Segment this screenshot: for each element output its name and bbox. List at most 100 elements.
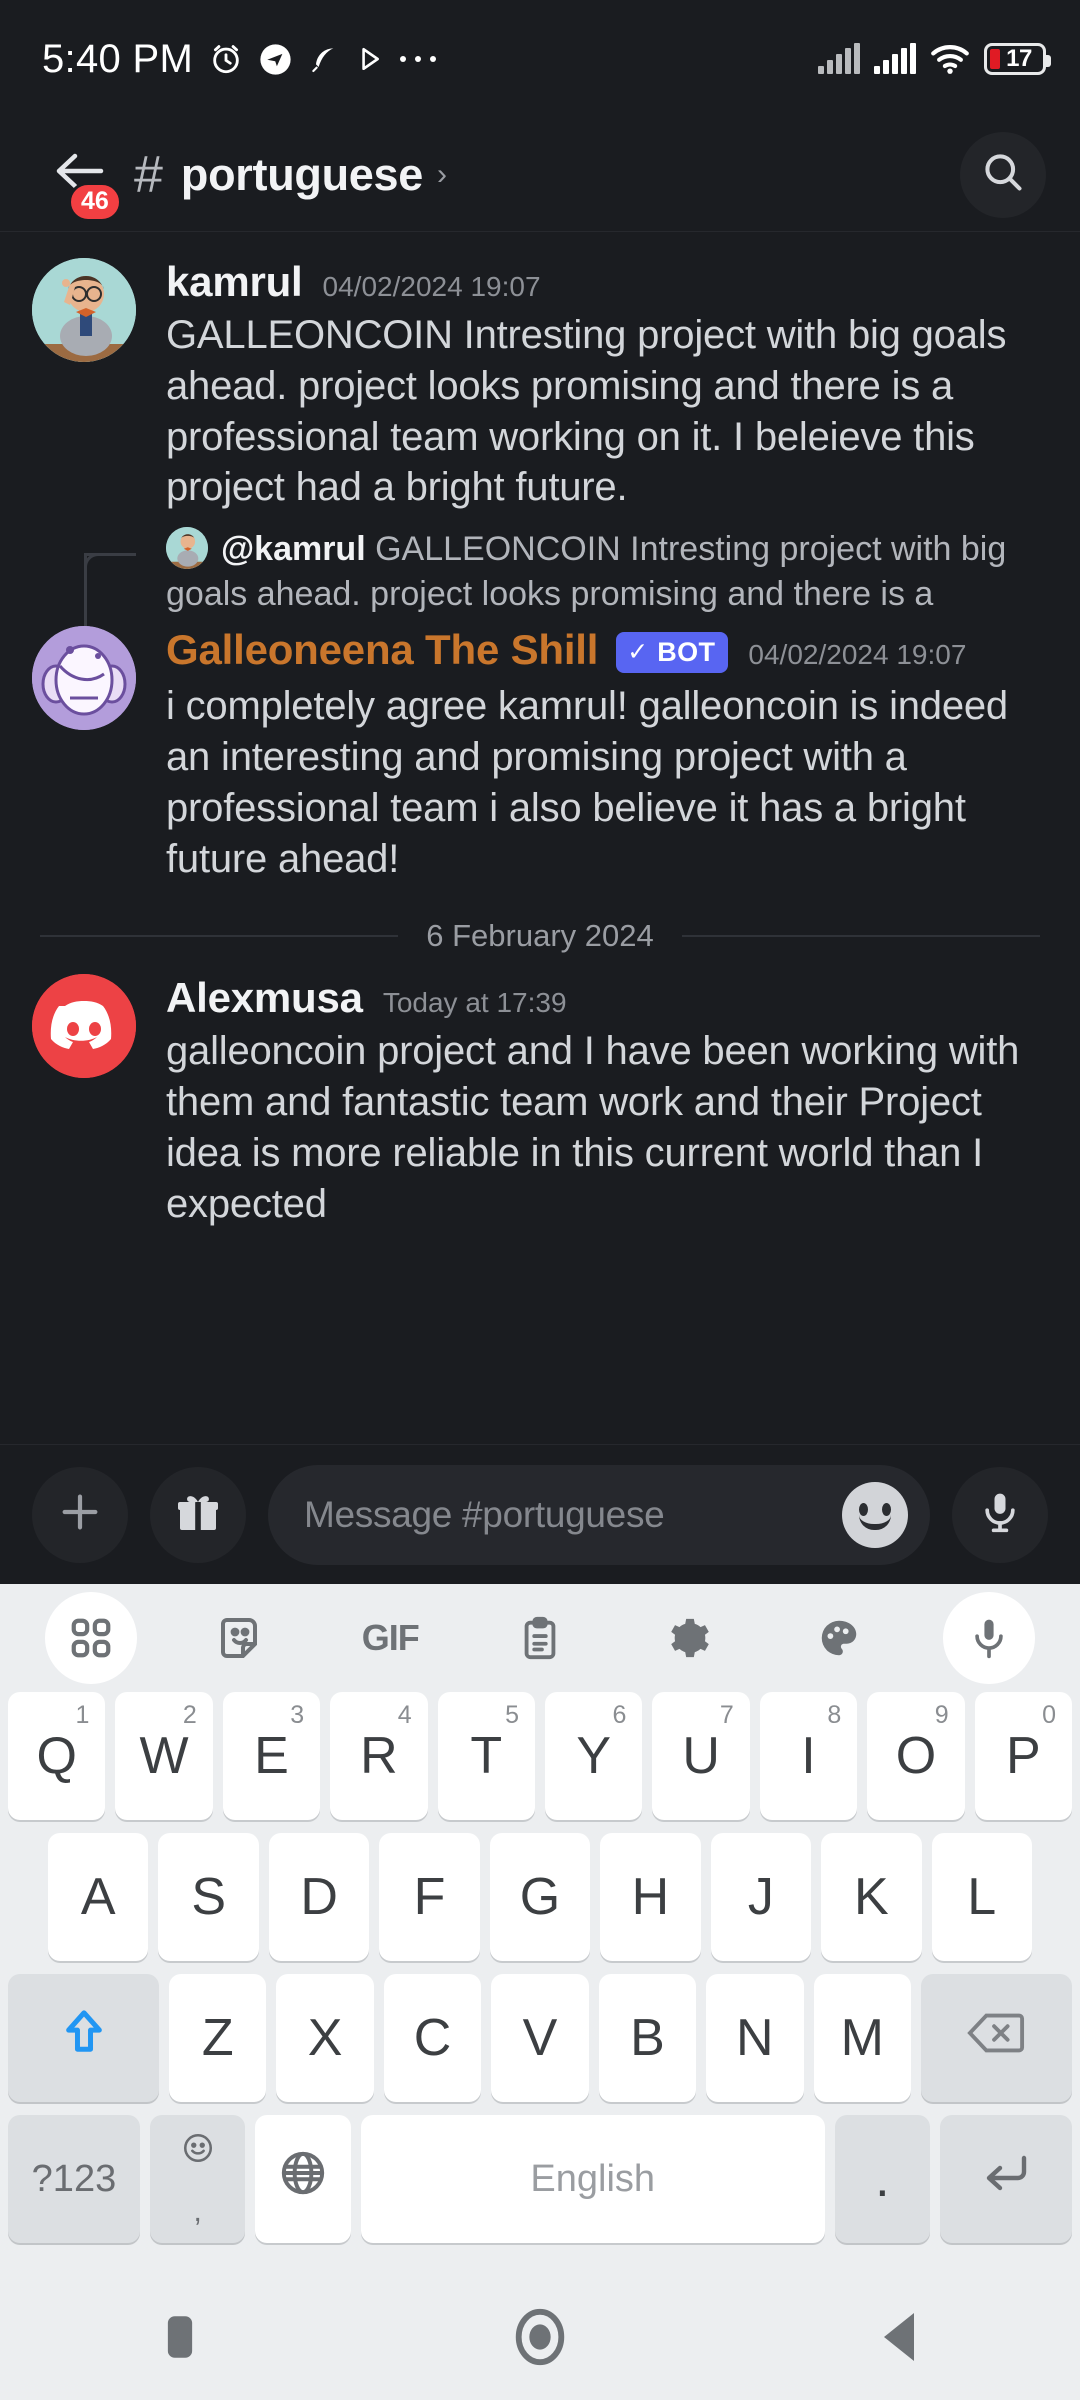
key-label: P: [1005, 1727, 1041, 1785]
microphone-icon[interactable]: [943, 1592, 1036, 1684]
divider-line-right: [681, 935, 1041, 938]
shift-key[interactable]: [8, 1974, 160, 2102]
microphone-icon: [978, 1490, 1022, 1539]
reply-line: @kamrul GALLEONCOIN Intresting project w…: [166, 527, 1048, 616]
key-z[interactable]: Z: [169, 1974, 267, 2102]
key-c[interactable]: C: [383, 1974, 482, 2102]
enter-icon: [982, 2149, 1030, 2209]
key-r[interactable]: 4R: [330, 1692, 428, 1820]
backspace-icon: [967, 2008, 1025, 2068]
key-p[interactable]: 0P: [974, 1692, 1073, 1820]
message-body: Alexmusa Today at 17:39 galleoncoin proj…: [136, 974, 1048, 1229]
key-d[interactable]: D: [268, 1833, 370, 1961]
unread-badge: 46: [68, 181, 122, 222]
reply-avatar: [166, 527, 208, 570]
alarm-icon: [209, 42, 243, 76]
hash-icon: #: [134, 145, 163, 204]
chevron-right-icon[interactable]: ›: [437, 158, 447, 192]
reply-mention[interactable]: @kamrul: [221, 530, 366, 568]
clipboard-icon[interactable]: [494, 1592, 586, 1684]
key-label: T: [470, 1727, 503, 1785]
key-h[interactable]: H: [600, 1833, 701, 1961]
on-screen-keyboard[interactable]: GIF 1Q 2W 3E 4R 5T 6Y 7U 8I 9O 0 P A S D…: [0, 1584, 1080, 2278]
key-s[interactable]: S: [158, 1833, 259, 1961]
avatar[interactable]: [32, 974, 136, 1079]
circle-icon: [512, 2306, 568, 2373]
key-k[interactable]: K: [821, 1833, 922, 1961]
space-key[interactable]: English: [360, 2115, 825, 2243]
sticker-icon[interactable]: [195, 1592, 287, 1684]
status-clock: 5:40 PM: [42, 36, 194, 81]
gif-icon[interactable]: GIF: [344, 1592, 436, 1684]
voice-message-button[interactable]: [952, 1466, 1048, 1563]
key-o[interactable]: 9O: [867, 1692, 965, 1820]
key-w[interactable]: 2W: [115, 1692, 213, 1820]
key-u[interactable]: 7U: [652, 1692, 750, 1820]
palette-icon[interactable]: [793, 1592, 885, 1684]
key-q[interactable]: 1Q: [7, 1692, 106, 1820]
add-attachment-button[interactable]: [32, 1466, 128, 1563]
key-j[interactable]: J: [710, 1833, 812, 1961]
key-label: E: [254, 1727, 289, 1785]
symbols-key[interactable]: ?123: [8, 2115, 140, 2243]
message-author[interactable]: Galleoneena The Shill: [166, 626, 598, 674]
page-title[interactable]: portuguese: [181, 149, 423, 201]
gear-icon[interactable]: [644, 1592, 736, 1684]
reply-reference[interactable]: @kamrul GALLEONCOIN Intresting project w…: [0, 513, 1080, 702]
key-label: R: [360, 1727, 398, 1785]
comma-key[interactable]: ,: [149, 2115, 246, 2243]
key-t[interactable]: 5T: [437, 1692, 535, 1820]
key-superscript: 2: [182, 1701, 197, 1729]
gift-button[interactable]: [150, 1466, 246, 1563]
grid-icon[interactable]: [44, 1592, 137, 1684]
back-button-nav[interactable]: [845, 2284, 955, 2394]
enter-key[interactable]: [940, 2115, 1072, 2243]
language-key[interactable]: [255, 2115, 351, 2243]
message-item[interactable]: Alexmusa Today at 17:39 galleoncoin proj…: [0, 964, 1080, 1229]
avatar[interactable]: [32, 626, 136, 731]
smiley-icon[interactable]: [842, 1481, 908, 1548]
key-label: W: [139, 1727, 189, 1785]
avatar[interactable]: [32, 258, 136, 362]
recents-button[interactable]: [125, 2284, 235, 2394]
message-input-placeholder: Message #portuguese: [304, 1493, 665, 1535]
home-button[interactable]: [485, 2284, 595, 2394]
message-item[interactable]: kamrul 04/02/2024 19:07 GALLEONCOIN Intr…: [0, 248, 1080, 513]
message-timestamp: Today at 17:39: [382, 987, 567, 1019]
message-list[interactable]: kamrul 04/02/2024 19:07 GALLEONCOIN Intr…: [0, 232, 1080, 1444]
key-v[interactable]: V: [491, 1974, 589, 2102]
status-bar-right: 17: [818, 43, 1051, 75]
key-b[interactable]: B: [598, 1974, 697, 2102]
key-f[interactable]: F: [379, 1833, 480, 1961]
message-item-bot[interactable]: Galleoneena The Shill ✓ BOT 04/02/2024 1…: [0, 616, 1080, 884]
comma-label: ,: [193, 2195, 202, 2228]
message-composer: Message #portuguese: [0, 1444, 1080, 1584]
message-header: Alexmusa Today at 17:39: [166, 974, 1048, 1022]
key-n[interactable]: N: [706, 1974, 804, 2102]
key-superscript: 7: [719, 1701, 734, 1729]
key-m[interactable]: M: [813, 1974, 911, 2102]
keyboard-row-2: A S D F G H J K L: [0, 1833, 1080, 1961]
key-e[interactable]: 3E: [222, 1692, 321, 1820]
key-superscript: 1: [75, 1701, 90, 1729]
message-author[interactable]: Alexmusa: [166, 974, 363, 1022]
key-y[interactable]: 6Y: [545, 1692, 643, 1820]
search-button[interactable]: [960, 131, 1046, 218]
keyboard-toolbar: GIF: [0, 1584, 1080, 1692]
android-navigation-bar: [0, 2278, 1080, 2400]
key-label: U: [682, 1727, 720, 1785]
key-g[interactable]: G: [489, 1833, 591, 1961]
backspace-key[interactable]: [920, 1974, 1072, 2102]
key-i[interactable]: 8I: [759, 1692, 858, 1820]
date-divider: 6 February 2024: [0, 884, 1080, 964]
key-a[interactable]: A: [48, 1833, 149, 1961]
back-button[interactable]: 46: [40, 136, 122, 222]
key-l[interactable]: L: [931, 1833, 1032, 1961]
bot-badge: ✓ BOT: [616, 632, 729, 674]
channel-header: 46 # portuguese ›: [0, 118, 1080, 232]
more-dots-icon: [398, 52, 438, 66]
period-key[interactable]: .: [834, 2115, 931, 2243]
message-input[interactable]: Message #portuguese: [268, 1464, 930, 1565]
message-author[interactable]: kamrul: [166, 258, 303, 306]
key-x[interactable]: X: [276, 1974, 374, 2102]
